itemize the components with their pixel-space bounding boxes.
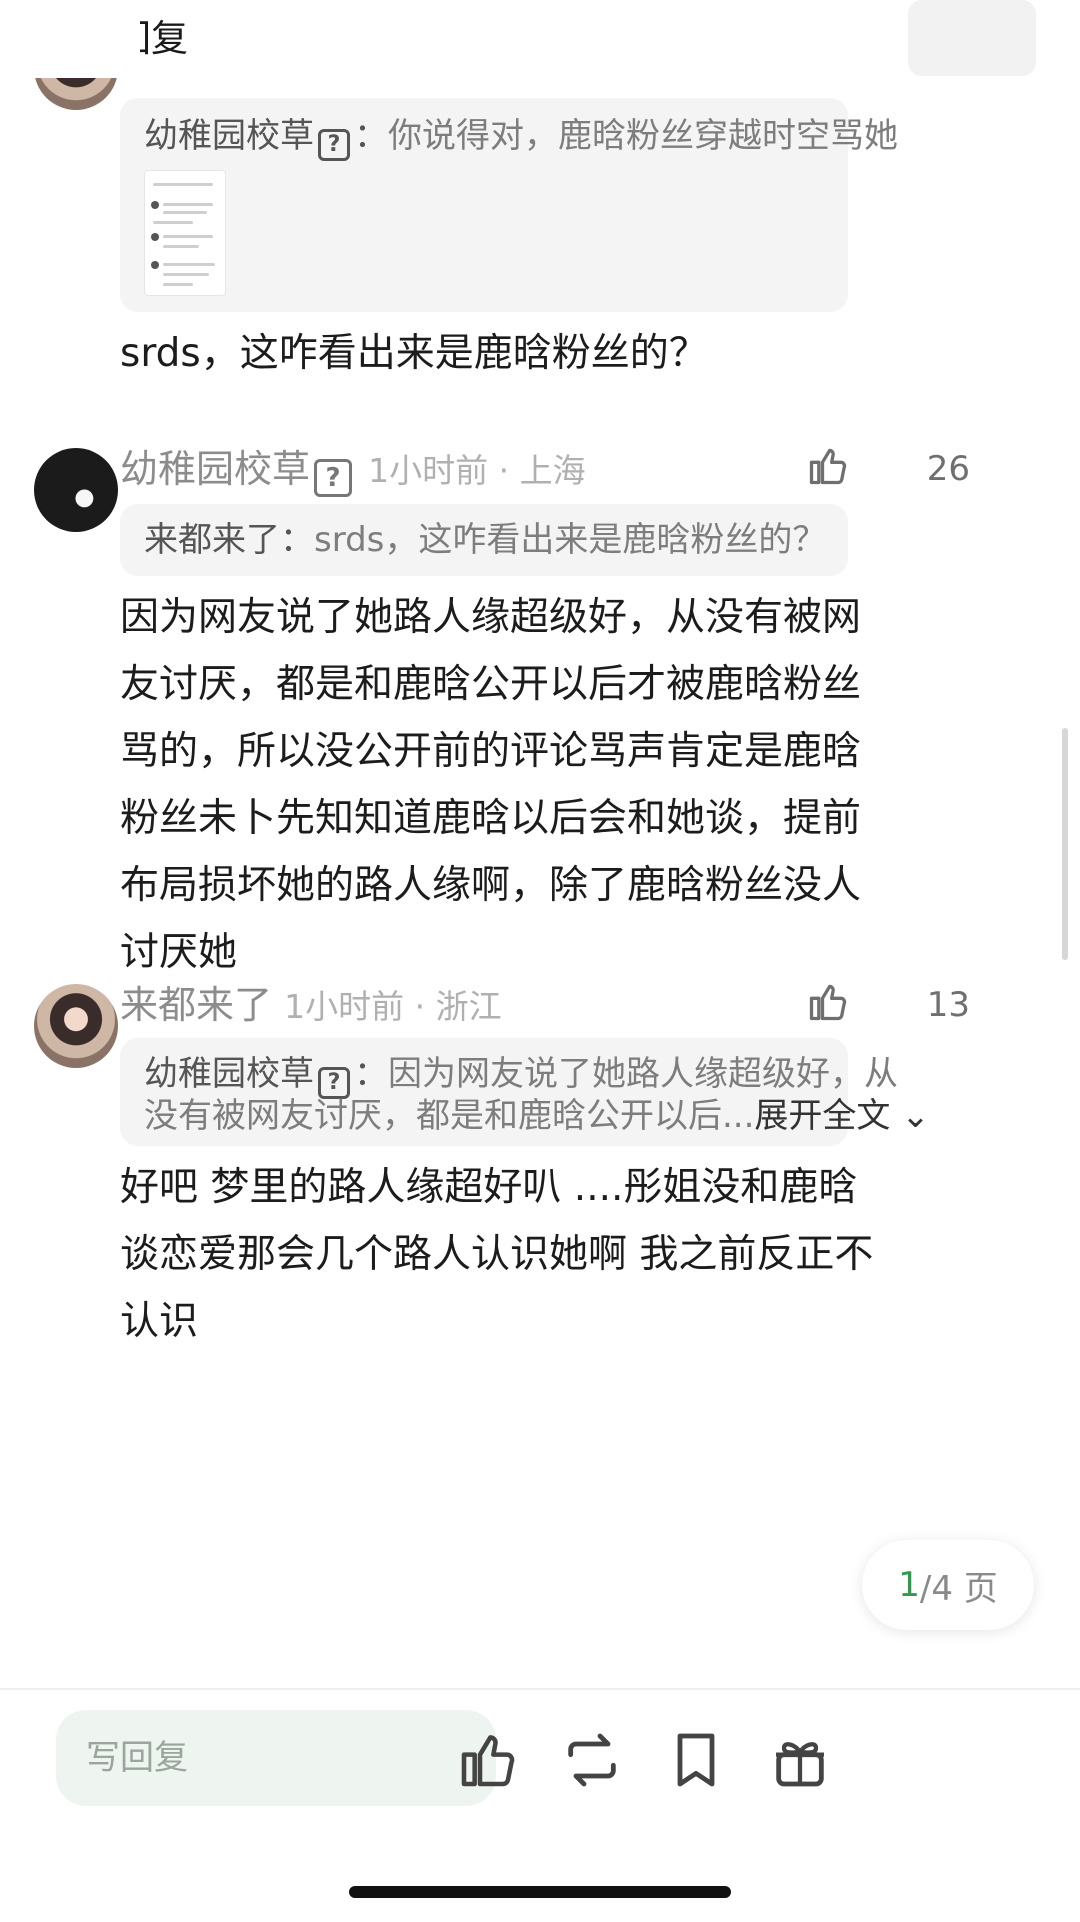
quote-text: 没有被网友讨厌，都是和鹿晗公开以后...: [144, 1096, 755, 1136]
current-page: 1: [898, 1565, 920, 1605]
quote-text: 你说得对，鹿晗粉丝穿越时空骂她: [388, 116, 898, 156]
quoted-reply[interactable]: 幼稚园校草? ：你说得对，鹿晗粉丝穿越时空骂她: [120, 98, 898, 312]
like-count: 13: [926, 985, 970, 1025]
thumbs-up-icon[interactable]: [456, 1728, 520, 1792]
avatar-mask: [0, 0, 140, 78]
quote-text: srds，这咋看出来是鹿晗粉丝的？: [314, 520, 827, 560]
bookmark-icon[interactable]: [664, 1728, 728, 1792]
thumbs-up-icon[interactable]: [806, 444, 850, 488]
like-count: 26: [926, 449, 970, 489]
total-pages: /4 页: [919, 1568, 998, 1609]
scrollbar[interactable]: [1062, 728, 1068, 960]
comment-time-location: 1小时前 · 浙江: [284, 987, 502, 1026]
quote-author[interactable]: 幼稚园校草: [144, 116, 314, 156]
quoted-reply[interactable]: 幼稚园校草? ：因为网友说了她路人缘超级好，从 没有被网友讨厌，都是和鹿晗公开以后…: [120, 1038, 930, 1146]
chevron-down-icon: ⌄: [890, 1096, 930, 1136]
quote-author[interactable]: 来都来了: [144, 520, 280, 560]
quote-image-thumbnail[interactable]: [144, 170, 226, 296]
comment-body: 因为网友说了她路人缘超级好，从没有被网 友讨厌，都是和鹿晗公开以后才被鹿晗粉丝 …: [120, 595, 862, 975]
gift-icon[interactable]: [768, 1728, 832, 1792]
divider: [0, 1688, 1080, 1690]
comment-author[interactable]: 幼稚园校草: [120, 447, 310, 491]
quoted-reply[interactable]: 来都来了：srds，这咋看出来是鹿晗粉丝的？: [120, 504, 848, 576]
quote-text: 因为网友说了她路人缘超级好，从: [388, 1054, 898, 1094]
owner-only-button-overlay: [908, 0, 1036, 76]
thumbs-up-icon[interactable]: [806, 980, 850, 1024]
avatar[interactable]: [34, 448, 118, 532]
repost-icon[interactable]: [560, 1728, 624, 1792]
expand-full-text-link[interactable]: 展开全文: [754, 1096, 890, 1136]
page-indicator[interactable]: 1/4 页: [862, 1540, 1034, 1630]
comment-author[interactable]: 来都来了: [120, 983, 272, 1027]
reply-input[interactable]: [56, 1710, 496, 1806]
comment-body: 好吧 梦里的路人缘超好叭 ....彤姐没和鹿晗 谈恋爱那会几个路人认识她啊 我之…: [120, 1165, 874, 1344]
comment-time-location: 1小时前 · 上海: [368, 451, 586, 490]
home-indicator: [349, 1886, 731, 1898]
comment-body: srds，这咋看出来是鹿晗粉丝的？: [120, 331, 708, 376]
question-badge-icon: ?: [318, 129, 350, 161]
quote-author[interactable]: 幼稚园校草: [144, 1054, 314, 1094]
question-badge-icon: ?: [314, 459, 353, 497]
avatar[interactable]: [34, 984, 118, 1068]
